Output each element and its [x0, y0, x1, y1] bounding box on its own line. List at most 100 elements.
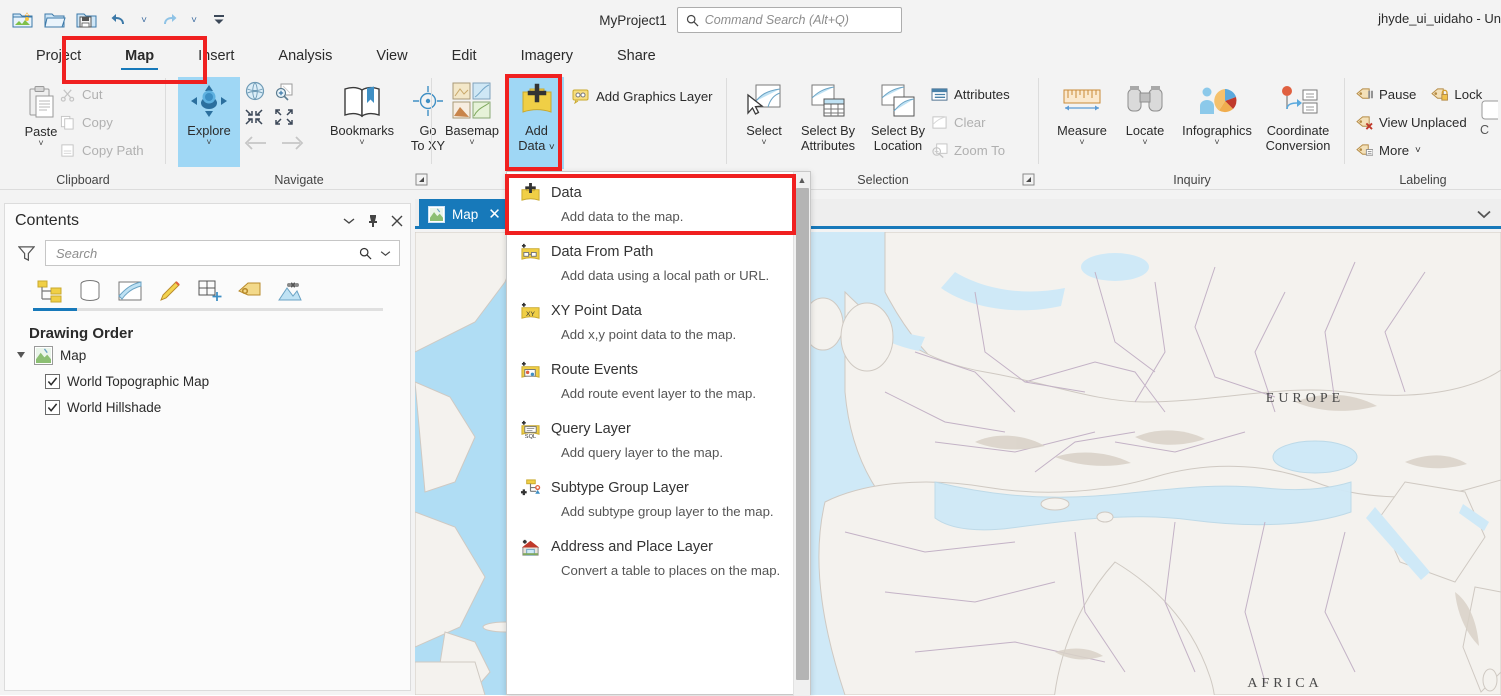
measure-dropdown-icon[interactable]: ˅ [1079, 138, 1084, 147]
navigate-dialog-launcher[interactable] [415, 173, 428, 186]
list-by-drawing-order-icon[interactable] [33, 276, 67, 306]
ribbon-tab-edit[interactable]: Edit [430, 40, 499, 72]
measure-button[interactable]: Measure ˅ [1049, 77, 1115, 147]
add-data-button[interactable]: Add Data ˅ [509, 77, 564, 169]
search-options-dropdown-icon[interactable] [375, 250, 395, 257]
explore-dropdown-icon[interactable]: ˅ [206, 138, 211, 147]
ribbon-tab-project[interactable]: Project [14, 40, 103, 72]
next-extent-icon[interactable] [280, 134, 304, 155]
list-by-diagram-icon[interactable] [273, 276, 307, 306]
contents-layer-world-hillshade[interactable]: World Hillshade [5, 394, 410, 420]
ribbon-tab-insert[interactable]: Insert [176, 40, 256, 72]
menu-scrollbar[interactable]: ▲ [793, 172, 810, 696]
coordinate-conversion-button[interactable]: Coordinate Conversion [1258, 77, 1338, 153]
contents-layer-world-topographic-map[interactable]: World Topographic Map [5, 368, 410, 394]
attributes-button[interactable]: Attributes [930, 80, 1010, 108]
open-project-icon[interactable] [40, 6, 70, 34]
cut-button[interactable]: Cut [58, 80, 144, 108]
previous-extent-icon[interactable] [244, 134, 268, 155]
pin-icon[interactable] [366, 211, 380, 231]
map-icon [428, 205, 445, 223]
more-labeling-button[interactable]: More ˅ [1355, 136, 1482, 164]
menu-item-xy-point-data[interactable]: XY XY Point Data Add x,y point data to t… [507, 293, 794, 352]
menu-item-description: Add query layer to the map. [561, 445, 724, 460]
command-search-input[interactable]: Command Search (Alt+Q) [676, 7, 902, 33]
list-by-labeling-icon[interactable] [233, 276, 267, 306]
list-by-snapping-icon[interactable] [193, 276, 227, 306]
clipped-right-control[interactable]: C [1480, 100, 1501, 137]
menu-item-data-from-path[interactable]: Data From Path Add data using a local pa… [507, 234, 794, 293]
list-by-data-source-icon[interactable] [73, 276, 107, 306]
ribbon-tab-bar: Project Map Insert Analysis View Edit Im… [0, 40, 1501, 72]
select-button[interactable]: Select ˅ [735, 77, 793, 147]
view-unplaced-button[interactable]: View Unplaced [1355, 108, 1482, 136]
paste-dropdown-icon[interactable]: ˅ [38, 139, 43, 148]
locate-button[interactable]: Locate ˅ [1115, 77, 1175, 147]
bookmarks-dropdown-icon[interactable]: ˅ [359, 138, 364, 147]
save-project-icon[interactable] [72, 6, 102, 34]
user-account-label[interactable]: jhyde_ui_uidaho - Un [1378, 11, 1501, 26]
scroll-up-icon[interactable]: ▲ [794, 172, 810, 187]
locate-dropdown-icon[interactable]: ˅ [1142, 138, 1147, 147]
undo-dropdown-icon[interactable]: ˅ [136, 6, 152, 34]
more-labeling-dropdown-icon[interactable]: ˅ [1415, 145, 1421, 156]
close-icon[interactable]: ✕ [488, 205, 501, 223]
menu-item-data[interactable]: Data Add data to the map. [507, 172, 794, 234]
full-extent-icon[interactable] [244, 80, 266, 105]
search-icon[interactable] [355, 247, 375, 260]
fixed-zoom-out-icon[interactable] [244, 108, 264, 129]
menu-item-route-events[interactable]: Route Events Add route event layer to th… [507, 352, 794, 411]
select-dropdown-icon[interactable]: ˅ [761, 138, 766, 147]
infographics-button[interactable]: Infographics ˅ [1174, 77, 1260, 147]
scrollbar-thumb[interactable] [796, 188, 809, 680]
customize-quick-access-icon[interactable] [204, 6, 234, 34]
pause-labeling-button[interactable]: Pause [1355, 80, 1416, 108]
selection-dialog-launcher[interactable] [1022, 173, 1035, 186]
menu-item-address-and-place-layer[interactable]: Address and Place Layer Convert a table … [507, 529, 794, 588]
clear-selection-button[interactable]: Clear [930, 108, 1010, 136]
menu-item-subtype-group-layer[interactable]: Subtype Group Layer Add subtype group la… [507, 470, 794, 529]
more-labeling-icon [1355, 141, 1373, 159]
previous-extent-expand-icon[interactable] [274, 108, 294, 129]
explore-button[interactable]: Explore ˅ [178, 77, 240, 167]
layer-visibility-checkbox[interactable] [45, 373, 60, 389]
contents-search-input[interactable]: Search [45, 240, 400, 266]
ribbon-tab-analysis[interactable]: Analysis [256, 40, 354, 72]
menu-item-query-layer[interactable]: SQL Query Layer Add query layer to the m… [507, 411, 794, 470]
basemap-button[interactable]: Basemap ˅ [438, 77, 506, 147]
expand-collapse-triangle-icon[interactable] [15, 349, 27, 361]
zoom-to-selection-button[interactable]: Zoom To [930, 136, 1010, 164]
select-by-location-button[interactable]: Select By Location [864, 77, 932, 153]
close-icon[interactable] [390, 211, 404, 231]
pane-menu-icon[interactable] [342, 211, 356, 231]
ribbon-tab-imagery[interactable]: Imagery [499, 40, 595, 72]
select-by-attributes-button[interactable]: Select By Attributes [793, 77, 863, 153]
view-tab-map[interactable]: Map ✕ [419, 199, 510, 229]
ribbon-tab-share[interactable]: Share [595, 40, 678, 72]
menu-item-description: Add route event layer to the map. [561, 386, 756, 401]
lock-labels-button[interactable]: Lock [1430, 80, 1482, 108]
filter-icon[interactable] [15, 242, 37, 264]
new-project-icon[interactable] [8, 6, 38, 34]
add-data-dropdown-icon[interactable]: ˅ [549, 142, 555, 153]
view-unplaced-label: View Unplaced [1379, 114, 1467, 130]
copy-path-button[interactable]: Copy Path [58, 136, 144, 164]
copy-button[interactable]: Copy [58, 108, 144, 136]
infographics-dropdown-icon[interactable]: ˅ [1214, 138, 1219, 147]
basemap-dropdown-icon[interactable]: ˅ [469, 138, 474, 147]
fixed-zoom-in-icon[interactable] [274, 80, 296, 105]
explore-icon [187, 81, 231, 121]
contents-tree-root-map[interactable]: Map [5, 342, 410, 368]
redo-icon[interactable] [154, 6, 184, 34]
list-by-selection-icon[interactable] [113, 276, 147, 306]
undo-icon[interactable] [104, 6, 134, 34]
bookmarks-button[interactable]: Bookmarks ˅ [326, 77, 398, 147]
basemap-label: Basemap [444, 123, 500, 138]
add-graphics-layer-button[interactable]: Add Graphics Layer [572, 82, 713, 110]
list-by-editing-icon[interactable] [153, 276, 187, 306]
view-tab-overflow-icon[interactable] [1477, 199, 1491, 229]
ribbon-tab-map[interactable]: Map [103, 40, 176, 72]
layer-visibility-checkbox[interactable] [45, 399, 60, 415]
redo-dropdown-icon[interactable]: ˅ [186, 6, 202, 34]
ribbon-tab-view[interactable]: View [354, 40, 429, 72]
